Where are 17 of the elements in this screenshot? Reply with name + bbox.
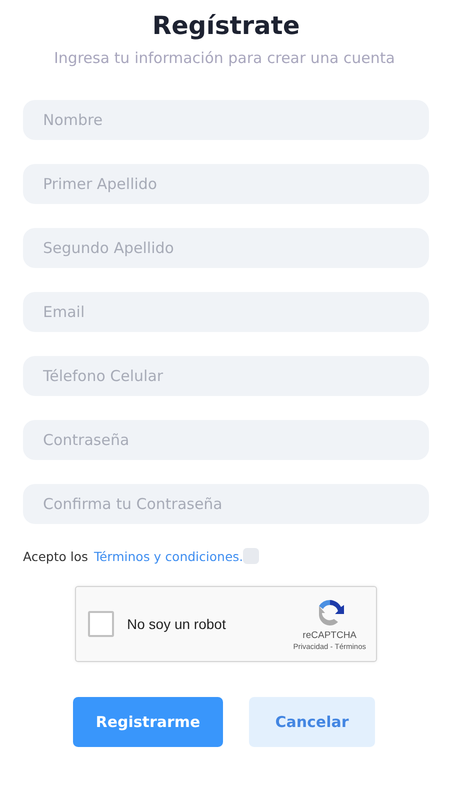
- input-field[interactable]: Nombre: [23, 100, 429, 140]
- input-field[interactable]: Segundo Apellido: [23, 228, 429, 268]
- page-title: Regístrate: [151, 10, 301, 42]
- page-subtitle: Ingresa tu información para crear una cuenta: [53, 48, 396, 68]
- terms-checkbox[interactable]: [243, 548, 260, 564]
- form-button[interactable]: Cancelar: [249, 697, 375, 747]
- terms-link[interactable]: Términos y condiciones.: [94, 548, 244, 564]
- input-field[interactable]: Confirma tu Contraseña: [23, 484, 429, 524]
- terms-label: Acepto los: [23, 548, 88, 564]
- captcha-label: No soy un robot: [127, 616, 227, 632]
- form-button[interactable]: Registrarme: [73, 697, 223, 747]
- input-field[interactable]: Primer Apellido: [23, 164, 429, 204]
- captcha-checkbox[interactable]: [88, 611, 114, 637]
- input-field[interactable]: Contraseña: [23, 420, 429, 460]
- captcha-brand: reCAPTCHA: [302, 630, 357, 641]
- input-field[interactable]: Email: [23, 292, 429, 332]
- input-field[interactable]: Télefono Celular: [23, 356, 429, 396]
